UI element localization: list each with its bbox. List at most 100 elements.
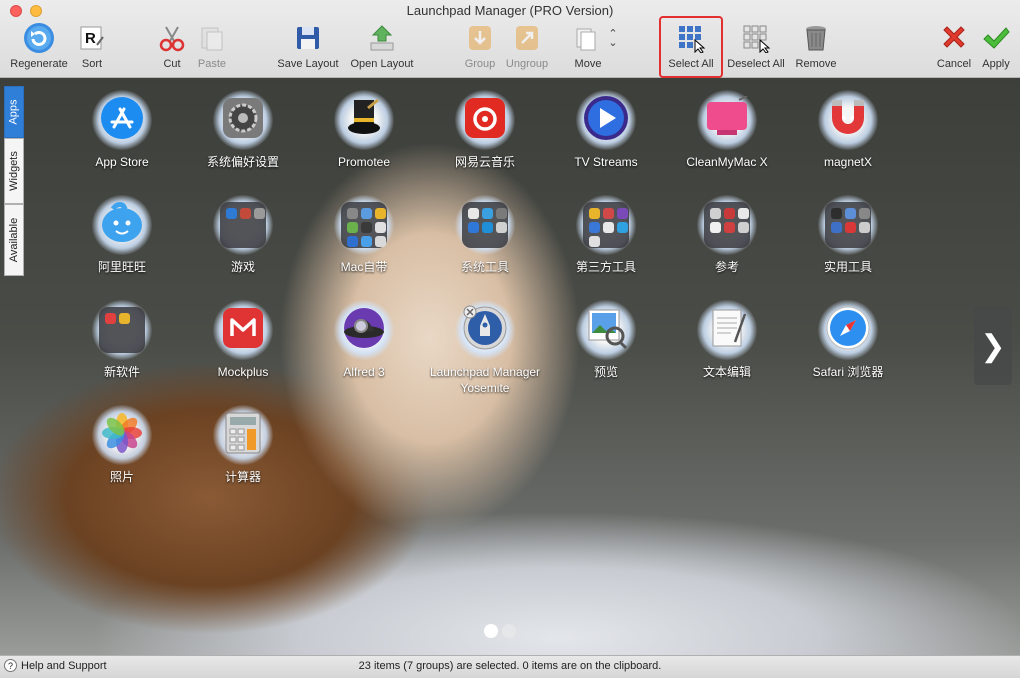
folder-name: 新软件 [103, 365, 140, 379]
app-name: CleanMyMac X [686, 155, 768, 169]
folder-item[interactable]: 第三方工具 [546, 195, 666, 275]
app-name: App Store [95, 155, 149, 169]
sidebar-tabs: Apps Widgets Available [4, 86, 24, 276]
folder-name: 实用工具 [823, 260, 872, 274]
folder-icon [704, 202, 750, 248]
open-layout-icon [366, 22, 398, 54]
sort-icon: R [76, 22, 108, 54]
deselect-all-label: Deselect All [727, 58, 785, 70]
preview-icon [583, 306, 629, 355]
app-item[interactable]: CleanMyMac X [667, 90, 787, 170]
magnetx-icon [826, 96, 870, 145]
group-button[interactable]: Group [460, 22, 500, 76]
group-icon [464, 22, 496, 54]
paste-button[interactable]: Paste [192, 22, 232, 76]
regenerate-icon [23, 22, 55, 54]
app-item[interactable]: Mockplus [183, 300, 303, 380]
app-item[interactable]: 照片 [62, 405, 182, 485]
safari-icon [825, 305, 871, 356]
app-item[interactable]: 预览 [546, 300, 666, 380]
status-bar: ? Help and Support 23 items (7 groups) a… [0, 655, 1020, 678]
folder-name: 游戏 [230, 260, 255, 274]
save-layout-button[interactable]: Save Layout [274, 22, 342, 76]
folder-item[interactable]: Mac自带 [304, 195, 424, 275]
page-indicator [484, 624, 516, 638]
tv-streams-icon [583, 95, 629, 146]
app-name: Mockplus [217, 365, 269, 379]
app-item[interactable]: 计算器 [183, 405, 303, 485]
cut-label: Cut [163, 58, 181, 70]
app-item[interactable]: Safari 浏览器 [788, 300, 908, 380]
app-name: 计算器 [224, 470, 261, 484]
folder-name: Mac自带 [340, 260, 388, 274]
app-item[interactable]: Promotee [304, 90, 424, 170]
page-dot-2[interactable] [502, 624, 516, 638]
textedit-icon [705, 306, 749, 355]
app-item[interactable]: TV Streams [546, 90, 666, 170]
app-item[interactable]: 网易云音乐 [425, 90, 545, 170]
folder-icon [462, 202, 508, 248]
cut-button[interactable]: Cut [154, 22, 190, 76]
app-item[interactable]: Launchpad Manager Yosemite [425, 300, 545, 396]
move-button[interactable]: Move [566, 22, 610, 76]
ungroup-button[interactable]: Ungroup [502, 22, 552, 76]
regenerate-label: Regenerate [10, 58, 68, 70]
app-item[interactable]: 文本编辑 [667, 300, 787, 380]
launchpad-manager-icon [462, 305, 508, 356]
deselect-all-grid-icon [740, 22, 772, 54]
sort-label: Sort [81, 58, 103, 70]
remove-label: Remove [795, 58, 837, 70]
alfred-icon [341, 306, 387, 355]
ungroup-label: Ungroup [505, 58, 549, 70]
next-page-button[interactable]: ❯ [974, 307, 1012, 385]
app-item[interactable]: magnetX [788, 90, 908, 170]
app-name: TV Streams [574, 155, 638, 169]
tab-widgets[interactable]: Widgets [4, 138, 24, 204]
window-title: Launchpad Manager (PRO Version) [406, 3, 614, 18]
move-icon [572, 22, 604, 54]
deselect-all-button[interactable]: Deselect All [724, 22, 788, 76]
tab-available[interactable]: Available [4, 204, 24, 276]
launchpad-manager-window: Launchpad Manager (PRO Version) Regenera… [0, 0, 1020, 678]
regenerate-button[interactable]: Regenerate [8, 22, 70, 76]
folder-item[interactable]: 系统工具 [425, 195, 545, 275]
move-label: Move [574, 58, 602, 70]
folder-item[interactable]: 新软件 [62, 300, 182, 380]
app-item[interactable]: App Store [62, 90, 182, 170]
system-preferences-icon [221, 96, 265, 145]
chevron-updown-icon: ⌃ ⌄ [608, 28, 618, 49]
remove-button[interactable]: Remove [794, 22, 838, 76]
folder-icon [825, 202, 871, 248]
calculator-icon [222, 411, 264, 460]
folder-icon [341, 202, 387, 248]
cancel-label: Cancel [936, 58, 972, 70]
open-layout-button[interactable]: Open Layout [346, 22, 418, 76]
folder-item[interactable]: 游戏 [183, 195, 303, 275]
folder-icon [583, 202, 629, 248]
svg-text:R: R [85, 30, 96, 47]
app-item[interactable]: Alfred 3 [304, 300, 424, 380]
trash-icon [800, 22, 832, 54]
move-stepper[interactable]: ⌃ ⌄ [606, 28, 620, 84]
save-layout-label: Save Layout [277, 58, 339, 70]
sort-button[interactable]: R Sort [72, 22, 112, 76]
cancel-button[interactable]: Cancel [934, 22, 974, 76]
folder-item[interactable]: 参考 [667, 195, 787, 275]
chevron-right-icon: ❯ [980, 329, 1006, 363]
app-name: Safari 浏览器 [812, 365, 884, 379]
cleanmymac-icon [703, 94, 751, 145]
folder-name: 参考 [714, 260, 739, 274]
apply-button[interactable]: Apply [978, 22, 1014, 76]
app-name: 网易云音乐 [454, 155, 515, 169]
folder-item[interactable]: 实用工具 [788, 195, 908, 275]
mockplus-icon [221, 306, 265, 355]
floppy-disk-icon [292, 22, 324, 54]
folder-icon [220, 202, 266, 248]
app-item[interactable]: 阿里旺旺 [62, 195, 182, 275]
app-name: 系统偏好设置 [206, 155, 279, 169]
tab-apps[interactable]: Apps [4, 86, 24, 138]
ungroup-icon [511, 22, 543, 54]
app-item[interactable]: 系统偏好设置 [183, 90, 303, 170]
scissors-icon [156, 22, 188, 54]
page-dot-1[interactable] [484, 624, 498, 638]
